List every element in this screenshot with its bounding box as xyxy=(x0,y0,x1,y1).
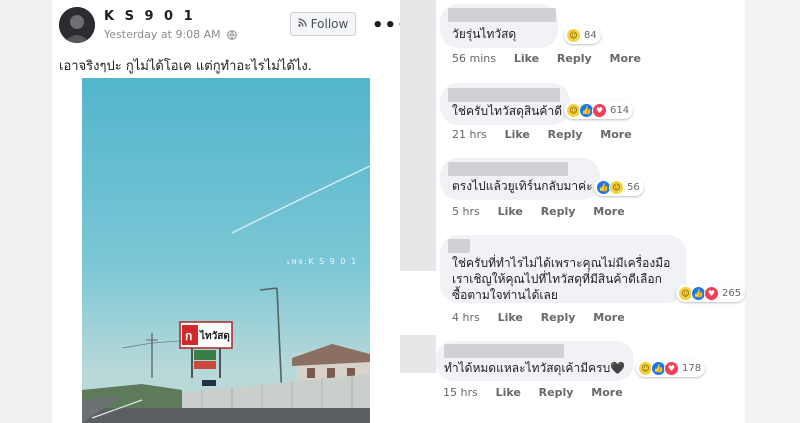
reply-link[interactable]: Reply xyxy=(557,52,592,65)
comment-actions: 4 hrs Like Reply More xyxy=(452,311,639,324)
avatar-column xyxy=(400,0,436,271)
post-photo[interactable]: ก ไทวัสดุ เพจ:K S 9 0 1 xyxy=(82,78,370,423)
comment-text: วัยรุ่นไทวัสดุ xyxy=(452,27,517,41)
svg-text:ก: ก xyxy=(185,329,192,343)
commenter-name-blurred[interactable] xyxy=(448,8,556,22)
like-link[interactable]: Like xyxy=(498,205,523,218)
comment-actions: 21 hrs Like Reply More xyxy=(452,128,646,141)
like-link[interactable]: Like xyxy=(514,52,539,65)
like-link[interactable]: Like xyxy=(505,128,530,141)
comment-actions: 15 hrs Like Reply More xyxy=(443,386,637,399)
comment-time[interactable]: 21 hrs xyxy=(452,128,487,141)
commenter-name-blurred[interactable] xyxy=(448,239,470,253)
comment-time[interactable]: 56 mins xyxy=(452,52,496,65)
haha-icon: ☺ xyxy=(566,27,581,43)
more-link[interactable]: More xyxy=(593,205,624,218)
like-link[interactable]: Like xyxy=(496,386,521,399)
comment-time[interactable]: 5 hrs xyxy=(452,205,480,218)
page-margin xyxy=(0,0,52,423)
author-name[interactable]: K S 9 0 1 xyxy=(104,9,196,24)
more-link[interactable]: More xyxy=(600,128,631,141)
love-icon: ♥ xyxy=(704,285,719,301)
comment-text-line: ซื้อตามใจท่านได้เลย xyxy=(452,288,558,302)
reaction-summary[interactable]: ☺ 84 xyxy=(564,26,601,44)
reply-link[interactable]: Reply xyxy=(541,205,576,218)
comment-text: ตรงไปแล้วยูเทิร์นกลับมาค่ะ xyxy=(452,179,593,193)
commenter-name-blurred[interactable] xyxy=(444,344,564,358)
facebook-post: K S 9 0 1 Yesterday at 9:08 AM Follow ••… xyxy=(0,0,400,423)
comment-bubble: วัยรุ่นไทวัสดุ xyxy=(440,4,558,48)
post-timestamp[interactable]: Yesterday at 9:08 AM xyxy=(104,28,237,43)
reaction-summary[interactable]: ☺ 👍 ♥ 265 xyxy=(676,284,746,302)
more-link[interactable]: More xyxy=(591,386,622,399)
reaction-summary[interactable]: ☺ 👍 ♥ 614 xyxy=(564,101,634,119)
love-icon: ♥ xyxy=(592,102,607,118)
comment-bubble: ใช่ครับไทวัสดุสินค้าดี xyxy=(440,83,570,125)
globe-icon xyxy=(227,30,237,43)
comment-bubble: ตรงไปแล้วยูเทิร์นกลับมาค่ะ xyxy=(440,158,600,200)
reaction-summary[interactable]: 👍 ☺ 56 xyxy=(594,178,644,196)
commenter-name-blurred[interactable] xyxy=(448,88,560,102)
reaction-count: 265 xyxy=(722,287,742,299)
reaction-count: 56 xyxy=(627,181,640,193)
avatar-image xyxy=(59,7,95,43)
comment-text-line: ใช่ครับที่ทำไรไม่ได้เพราะคุณไม่มีเครื่อง… xyxy=(452,256,671,270)
reply-link[interactable]: Reply xyxy=(548,128,583,141)
reaction-summary[interactable]: ☺ 👍 ♥ 178 xyxy=(636,359,706,377)
post-text: เอาจริงๆปะ กูไม่ได้โอเค แต่กูทำอะไรไม่ได… xyxy=(59,59,312,74)
reaction-count: 178 xyxy=(682,362,702,374)
comments-panel: วัยรุ่นไทวัสดุ ☺ 84 56 mins Like Reply M… xyxy=(400,0,800,423)
reaction-count: 614 xyxy=(610,104,630,116)
rss-icon xyxy=(297,18,307,30)
more-link[interactable]: More xyxy=(593,311,624,324)
comment-text-line: เราเชิญให้คุณไปที่ไทวัสดุที่มีสินค้าดีเล… xyxy=(452,272,662,286)
panel-edge xyxy=(745,0,800,423)
more-options-button[interactable]: ••• xyxy=(372,15,400,36)
highway-photo: ก ไทวัสดุ xyxy=(82,78,370,423)
comment-text: ทำได้หมดแหละไทวัสดุเค้ามีครบ🖤 xyxy=(444,361,626,375)
timestamp-text[interactable]: Yesterday at 9:08 AM xyxy=(104,28,221,41)
comment-bubble: ใช่ครับที่ทำไรไม่ได้เพราะคุณไม่มีเครื่อง… xyxy=(440,235,686,303)
follow-button[interactable]: Follow xyxy=(290,12,356,36)
love-icon: ♥ xyxy=(664,360,679,376)
reply-link[interactable]: Reply xyxy=(541,311,576,324)
comment-bubble: ทำได้หมดแหละไทวัสดุเค้ามีครบ🖤 xyxy=(436,341,634,381)
more-link[interactable]: More xyxy=(610,52,641,65)
comment-time[interactable]: 15 hrs xyxy=(443,386,478,399)
comment-text: ใช่ครับไทวัสดุสินค้าดี xyxy=(452,104,562,118)
author-avatar[interactable] xyxy=(59,7,95,43)
avatar-placeholder xyxy=(400,335,436,373)
comment-actions: 5 hrs Like Reply More xyxy=(452,205,639,218)
comment-actions: 56 mins Like Reply More xyxy=(452,52,655,65)
commenter-name-blurred[interactable] xyxy=(448,162,568,176)
photo-watermark: เพจ:K S 9 0 1 xyxy=(287,257,358,266)
reaction-count: 84 xyxy=(584,29,597,41)
reply-link[interactable]: Reply xyxy=(539,386,574,399)
like-link[interactable]: Like xyxy=(498,311,523,324)
billboard-text: ไทวัสดุ xyxy=(199,329,230,342)
haha-icon: ☺ xyxy=(609,179,624,195)
follow-label: Follow xyxy=(310,17,349,31)
comment-time[interactable]: 4 hrs xyxy=(452,311,480,324)
